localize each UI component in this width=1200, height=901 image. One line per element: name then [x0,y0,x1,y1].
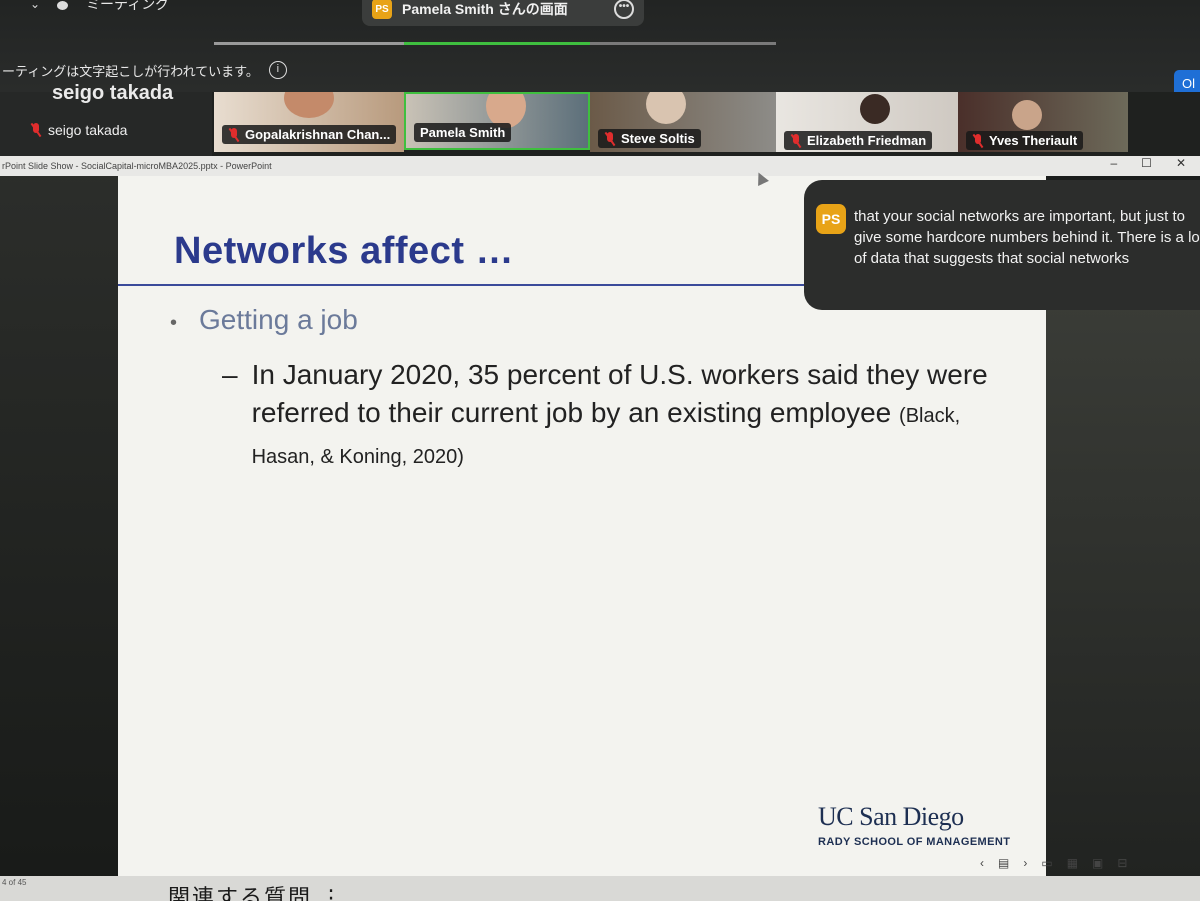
mic-muted-icon [604,131,616,146]
participant-tile[interactable]: Gopalakrishnan Chan... [214,92,404,152]
ucsd-logo: UC San Diego RADY SCHOOL OF MANAGEMENT [818,802,1010,848]
participant-video [646,92,686,124]
progress-segment [590,42,776,45]
powerpoint-title-bar: rPoint Slide Show - SocialCapital-microM… [0,156,1200,176]
meeting-menu-label[interactable]: ミーティング [86,0,169,14]
logo-sub: RADY SCHOOL OF MANAGEMENT [818,836,1011,848]
slide-menu-icon[interactable]: ▤ [998,856,1009,870]
transcript-notice-text: ーティングは文字起こしが行われています。 [2,63,259,79]
window-title: rPoint Slide Show - SocialCapital-microM… [2,161,272,171]
participant-label: Gopalakrishnan Chan... [222,125,397,144]
info-icon[interactable]: i [268,61,287,79]
self-view-tile[interactable]: seigo takada seigo takada [0,82,212,156]
mic-muted-icon [790,133,802,148]
maximize-icon[interactable]: ☐ [1141,156,1152,170]
participant-name: Yves Theriault [989,133,1078,148]
participant-tile[interactable]: Elizabeth Friedman [776,92,958,152]
participant-label: Yves Theriault [966,131,1084,150]
participant-tile[interactable]: Yves Theriault [958,92,1128,152]
chevron-down-icon[interactable]: ⌄ [30,0,40,11]
sub-bullet-text: In January 2020, 35 percent of U.S. work… [251,359,988,428]
slide-count: 4 of 45 [2,878,27,887]
bullet-item: • Getting a job [170,304,358,336]
participant-strip: seigo takada seigo takada Gopalakrishnan… [0,82,1200,156]
sub-bullet-dash: – [222,359,238,390]
bullet-dot-icon: • [170,312,178,334]
progress-segment [214,42,404,45]
participant-name: Pamela Smith [420,125,506,140]
mic-muted-icon [30,123,42,137]
self-name-label: seigo takada [30,122,127,138]
participant-name: Gopalakrishnan Chan... [245,127,391,142]
participant-label: Steve Soltis [598,129,701,148]
zoom-top-bar: ⌄ ミーティング PS Pamela Smith さんの画面 ••• ーティング… [0,0,1200,98]
progress-segment-active [404,42,590,45]
normal-view-icon[interactable]: ▭ [1041,856,1052,870]
slide-title: Networks affect … [174,230,515,272]
window-controls: – ☐ ✕ [1110,156,1186,170]
self-name-large: seigo takada [52,82,174,104]
previous-slide-icon[interactable]: ‹ [980,856,984,870]
participant-label: Pamela Smith [414,123,512,142]
live-caption-bubble: PS that your social networks are importa… [804,180,1200,310]
meeting-menu[interactable]: ⌄ ミーティング [30,0,169,14]
logo-main: UC San Diego [818,802,964,831]
presenter-view-icon[interactable]: ⊟ [1117,856,1127,870]
participant-video [860,94,890,124]
participant-tile-active-speaker[interactable]: Pamela Smith [404,92,590,150]
slideshow-nav-controls: ‹ ▤ › ▭ ▦ ▣ ⊟ [980,856,1127,870]
transcript-notice: ーティングは文字起こしが行われています。 i [0,56,1200,84]
participant-video [1012,100,1042,130]
sub-bullet-body: In January 2020, 35 percent of U.S. work… [252,356,1002,476]
presenter-avatar: PS [372,0,392,19]
slide-sorter-icon[interactable]: ▦ [1067,856,1078,870]
screen-share-banner[interactable]: PS Pamela Smith さんの画面 ••• [362,0,644,26]
screen-share-label: Pamela Smith さんの画面 [402,1,568,17]
mic-muted-icon [228,127,240,142]
desktop-background [0,156,118,901]
participant-name: Steve Soltis [621,131,695,146]
participant-label: Elizabeth Friedman [784,131,933,150]
reading-view-icon[interactable]: ▣ [1092,856,1103,870]
participant-name: Elizabeth Friedman [807,133,927,148]
bullet-text: Getting a job [199,304,358,335]
close-icon[interactable]: ✕ [1176,156,1186,170]
participant-video [284,92,334,118]
minimize-icon[interactable]: – [1110,156,1117,170]
participant-tile[interactable]: Steve Soltis [590,92,776,152]
meeting-icon [54,0,72,12]
next-slide-icon[interactable]: › [1023,856,1027,870]
self-name-text: seigo takada [48,122,128,138]
related-questions-overlay: 関連する質問 ⋮ [168,885,345,901]
more-options-icon[interactable]: ••• [614,0,634,19]
desktop-background [1040,300,1200,901]
mic-muted-icon [972,133,984,148]
caption-avatar: PS [816,204,846,234]
sub-bullet-item: – In January 2020, 35 percent of U.S. wo… [222,356,1002,476]
caption-text: that your social networks are important,… [854,208,1200,267]
